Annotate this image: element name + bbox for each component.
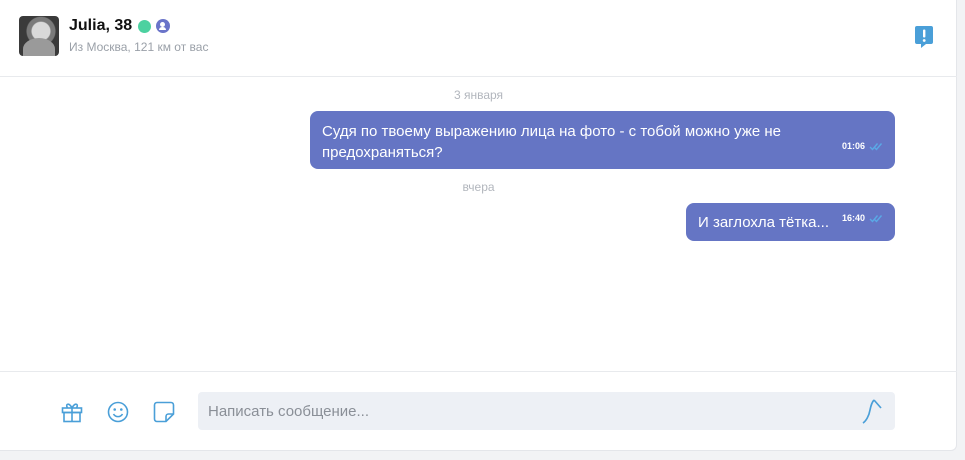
verified-user-icon — [156, 19, 171, 33]
message-text: И заглохла тётка... — [698, 214, 829, 231]
double-check-icon — [869, 143, 883, 151]
report-icon[interactable] — [914, 25, 934, 49]
send-icon[interactable] — [860, 397, 886, 425]
message-input[interactable] — [198, 392, 895, 430]
message-bubble[interactable]: И заглохла тётка... 16:40 — [686, 203, 895, 241]
message-time: 01:06 — [841, 141, 865, 151]
message-meta: 16:40 — [842, 208, 883, 229]
chat-header: Julia, 38 Из Москва, 121 км от вас — [0, 0, 957, 77]
sticker-icon[interactable] — [152, 400, 176, 424]
online-status-icon — [138, 19, 152, 33]
date-separator: 3 января — [453, 88, 504, 102]
message-meta: 01:06 — [842, 136, 883, 157]
avatar[interactable] — [19, 16, 59, 56]
message-time: 16:40 — [841, 213, 865, 223]
name-row: Julia, 38 — [69, 16, 171, 36]
emoji-icon[interactable] — [106, 400, 130, 424]
date-separator: вчера — [462, 180, 495, 194]
gift-icon[interactable] — [60, 400, 84, 424]
message-composer — [0, 371, 957, 451]
double-check-icon — [869, 215, 883, 223]
message-text: Судя по твоему выражению лица на фото - … — [322, 123, 782, 161]
message-bubble[interactable]: Судя по твоему выражению лица на фото - … — [310, 111, 895, 169]
contact-location: Из Москва, 121 км от вас — [69, 40, 209, 54]
contact-name[interactable]: Julia, 38 — [69, 17, 132, 35]
chat-panel: Julia, 38 Из Москва, 121 км от вас 3 янв… — [0, 0, 957, 451]
